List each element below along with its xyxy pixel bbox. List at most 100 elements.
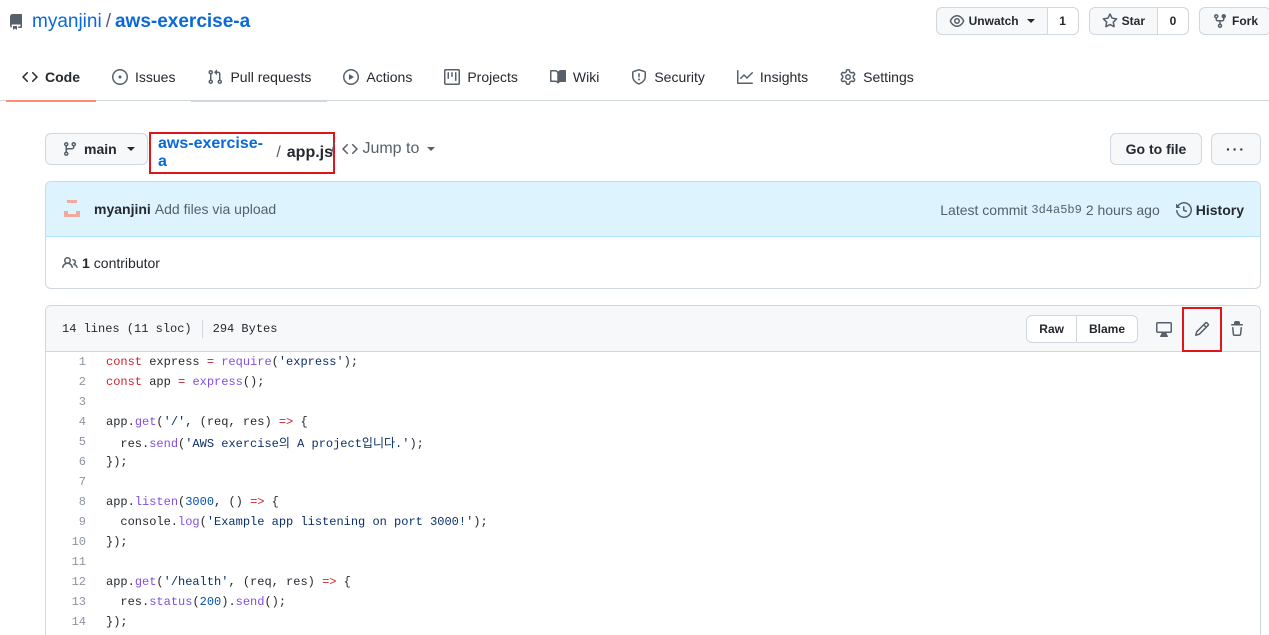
line-number[interactable]: 3 (46, 395, 86, 409)
fork-button[interactable]: Fork (1200, 8, 1269, 34)
commit-meta: Latest commit 3d4a5b9 2 hours ago Histor… (940, 182, 1244, 237)
line-content: res.send('AWS exercise의 A project입니다.'); (106, 436, 424, 451)
line-number[interactable]: 4 (46, 415, 86, 429)
line-content: console.log('Example app listening on po… (106, 515, 488, 529)
line-content: const app = express(); (106, 375, 265, 389)
tab-issues-label: Issues (135, 68, 176, 85)
repo-header: myanjini / aws-exercise-a (8, 8, 250, 36)
line-number[interactable]: 1 (46, 355, 86, 369)
file-lines-info: 14 lines (11 sloc) (62, 321, 192, 336)
tab-projects[interactable]: Projects (428, 52, 534, 101)
caret-down-icon (427, 147, 436, 151)
star-button[interactable]: Star (1090, 8, 1158, 34)
line-number[interactable]: 13 (46, 595, 86, 609)
commit-author-link[interactable]: myanjini (94, 201, 151, 217)
line-content: app.listen(3000, () => { (106, 495, 279, 509)
history-icon (1175, 201, 1192, 218)
repo-separator: / (105, 11, 111, 32)
code-line: 10}); (46, 532, 1260, 552)
pencil-icon (1194, 321, 1210, 337)
jump-to-menu[interactable]: / Jump to (331, 140, 436, 158)
caret-down-icon (126, 147, 135, 151)
issue-icon (112, 68, 128, 85)
line-number[interactable]: 14 (46, 615, 86, 629)
repo-name-link[interactable]: aws-exercise-a (115, 11, 250, 33)
edit-file-button[interactable] (1182, 306, 1222, 352)
code-line: 1 const express = require('express'); (46, 352, 1260, 372)
tab-pull-requests-label: Pull requests (230, 68, 312, 85)
watch-count[interactable]: 1 (1047, 8, 1078, 34)
breadcrumb: aws-exercise-a / app.js (149, 132, 335, 174)
tab-actions[interactable]: Actions (327, 52, 428, 101)
tab-pull-requests[interactable]: Pull requests (191, 52, 328, 102)
line-number[interactable]: 5 (46, 435, 86, 449)
tab-projects-label: Projects (467, 68, 518, 85)
code-line: 4 app.get('/', (req, res) => { (46, 412, 1260, 432)
line-number[interactable]: 10 (46, 535, 86, 549)
branch-select-button[interactable]: main (45, 133, 148, 165)
blame-button[interactable]: Blame (1075, 316, 1137, 342)
line-number[interactable]: 11 (46, 555, 86, 569)
tab-issues[interactable]: Issues (96, 52, 191, 101)
delete-file-button[interactable] (1222, 306, 1252, 352)
divider (201, 319, 203, 338)
repo-owner-link[interactable]: myanjini (32, 11, 102, 33)
tab-security[interactable]: Security (615, 52, 721, 101)
history-label: History (1195, 201, 1244, 218)
repo-icon (8, 14, 24, 30)
tab-security-label: Security (654, 68, 705, 85)
tab-code-label: Code (45, 68, 80, 85)
contributors-row[interactable]: 1 contributor (46, 237, 1260, 289)
star-count[interactable]: 0 (1157, 8, 1188, 34)
breadcrumb-file-name: app.js (286, 144, 333, 161)
star-button-group: Star 0 (1088, 7, 1189, 35)
line-number[interactable]: 2 (46, 375, 86, 389)
fork-icon (1213, 14, 1226, 29)
star-label: Star (1121, 14, 1145, 28)
breadcrumb-repo-link[interactable]: aws-exercise-a (158, 135, 270, 171)
code-line: 13 res.status(200).send(); (46, 592, 1260, 612)
line-number[interactable]: 9 (46, 515, 86, 529)
code-line: 5 res.send('AWS exercise의 A project입니다.'… (46, 432, 1260, 452)
watch-button-group: Unwatch 1 (935, 7, 1079, 35)
raw-button[interactable]: Raw (1027, 316, 1076, 342)
tab-wiki[interactable]: Wiki (534, 52, 615, 101)
raw-blame-group: Raw Blame (1026, 315, 1138, 343)
line-number[interactable]: 7 (46, 475, 86, 489)
unwatch-button[interactable]: Unwatch (937, 8, 1048, 34)
breadcrumb-separator: / (276, 144, 281, 161)
commit-message-link[interactable]: Add files via upload (155, 201, 276, 217)
eye-icon (949, 15, 964, 27)
line-content: }); (106, 615, 128, 629)
line-content: res.status(200).send(); (106, 595, 287, 609)
tab-code[interactable]: Code (6, 52, 96, 102)
contributors-count: 1 (82, 255, 90, 271)
code-line: 12 app.get('/health', (req, res) => { (46, 572, 1260, 592)
commit-sha-link[interactable]: 3d4a5b9 (1031, 203, 1081, 217)
line-number[interactable]: 6 (46, 455, 86, 469)
code-line: 9 console.log('Example app listening on … (46, 512, 1260, 532)
desktop-icon (1156, 322, 1172, 337)
code-body: 1 const express = require('express'); 2 con… (46, 352, 1260, 632)
tab-settings[interactable]: Settings (824, 52, 930, 101)
go-to-file-button[interactable]: Go to file (1110, 133, 1202, 165)
more-options-button[interactable]: ··· (1211, 133, 1261, 165)
avatar[interactable] (62, 197, 82, 221)
desktop-button[interactable] (1146, 306, 1182, 352)
tab-insights[interactable]: Insights (721, 52, 824, 101)
tab-insights-label: Insights (759, 68, 809, 85)
commit-header: myanjini Add files via upload Latest com… (46, 182, 1260, 237)
line-number[interactable]: 12 (46, 575, 86, 589)
code-line: 7 (46, 472, 1260, 492)
fork-label: Fork (1231, 14, 1258, 28)
unwatch-label: Unwatch (968, 14, 1019, 28)
line-number[interactable]: 8 (46, 495, 86, 509)
code-line: 2 const app = express(); (46, 372, 1260, 392)
line-content: app.get('/', (req, res) => { (106, 415, 308, 429)
branch-icon (63, 142, 76, 157)
history-link[interactable]: History (1175, 201, 1244, 218)
latest-commit-box: myanjini Add files via upload Latest com… (45, 181, 1261, 289)
code-line: 3 (46, 392, 1260, 412)
caret-down-icon (1026, 19, 1035, 23)
tab-actions-label: Actions (366, 68, 413, 85)
